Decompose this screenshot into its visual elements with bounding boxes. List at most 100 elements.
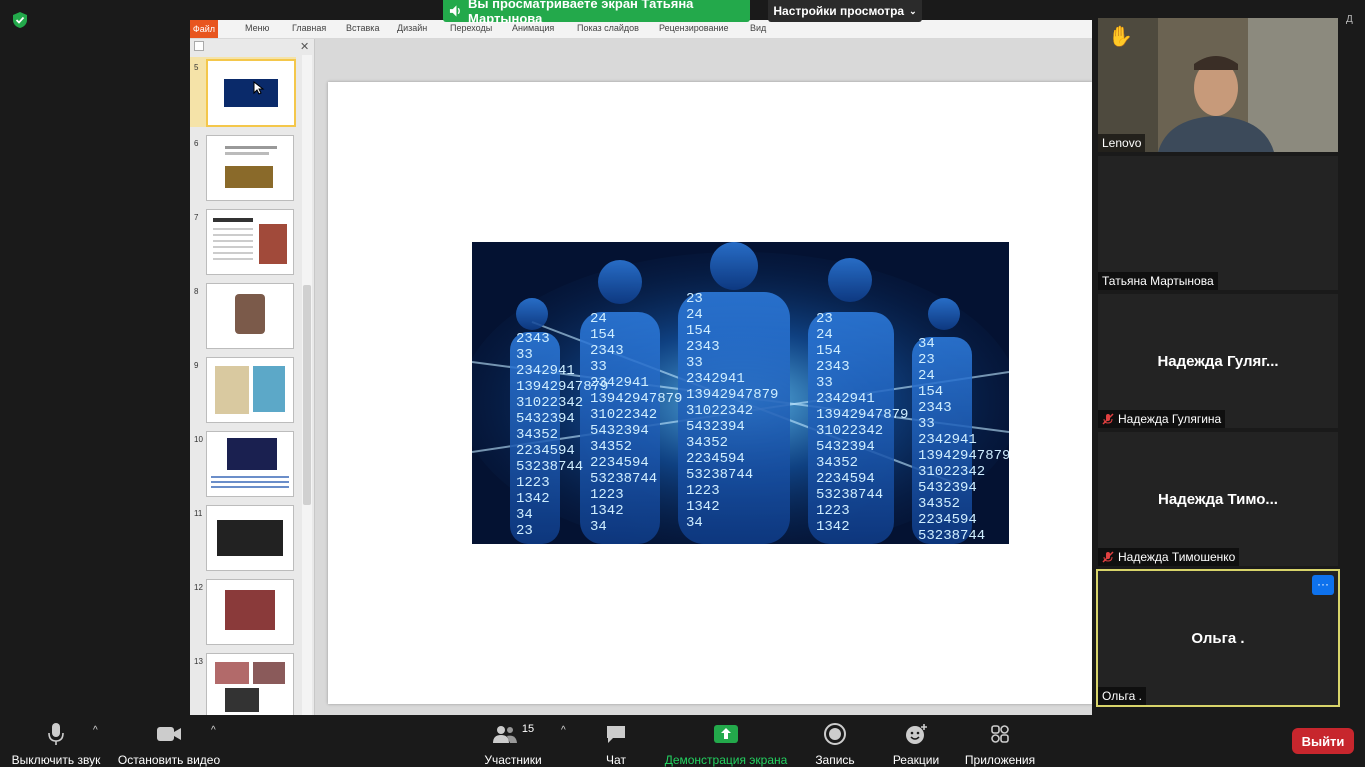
view-options-button[interactable]: Настройки просмотра ⌄ <box>768 0 922 22</box>
stop-video-button[interactable]: Остановить видео <box>116 715 222 767</box>
slide-thumbnail-6[interactable] <box>206 135 294 201</box>
digit-text: 34 <box>918 336 935 352</box>
digit-text: 31022342 <box>516 395 583 411</box>
digit-text: 33 <box>918 416 935 432</box>
audio-options-caret-icon[interactable]: ^ <box>93 725 98 736</box>
digit-text: 31022342 <box>686 403 753 419</box>
participant-tile-lenovo[interactable]: ✋ Lenovo <box>1098 18 1338 152</box>
slide-number: 7 <box>194 213 199 222</box>
participant-display-name: Надежда Тимо... <box>1158 490 1278 508</box>
panel-edge-label: Д <box>1346 14 1353 25</box>
participant-tile-tatiana[interactable]: Татьяна Мартынова <box>1098 156 1338 290</box>
digit-text: 23 <box>816 311 833 327</box>
ribbon-tab-home[interactable]: Главная <box>292 23 326 33</box>
participant-tile-olga[interactable]: Ольга . ··· Ольга . <box>1096 569 1340 707</box>
digit-text: 154 <box>590 327 615 343</box>
digit-text: 2343 <box>816 359 850 375</box>
thumb-picture <box>225 166 273 188</box>
slide-thumbnail-pane[interactable]: ✕ 5 6 7 8 9 10 11 12 13 <box>190 39 315 715</box>
digit-text: 31022342 <box>816 423 883 439</box>
slide-thumbnail-8[interactable] <box>206 283 294 349</box>
digit-text: 23 <box>516 523 533 539</box>
leave-meeting-button[interactable]: Выйти <box>1292 728 1354 754</box>
digit-text: 24 <box>816 327 833 343</box>
slide-number: 12 <box>194 583 203 592</box>
digit-text: 34352 <box>686 435 728 451</box>
view-options-label: Настройки просмотра <box>773 4 905 18</box>
speaker-icon <box>449 5 460 17</box>
digit-text: 2343 <box>516 331 550 347</box>
digit-text: 1342 <box>686 499 720 515</box>
video-options-caret-icon[interactable]: ^ <box>211 725 216 736</box>
digit-text: 53238744 <box>918 528 985 544</box>
ribbon-tab-file[interactable]: Файл <box>190 20 218 38</box>
record-icon <box>824 723 846 745</box>
digit-text: 5432394 <box>516 411 575 427</box>
participants-button[interactable]: 15 Участники <box>478 715 548 767</box>
mute-button[interactable]: Выключить звук <box>8 715 104 767</box>
scrollbar-thumb[interactable] <box>303 285 311 505</box>
digit-text: 34352 <box>816 455 858 471</box>
participant-tile-nadezhda-t[interactable]: Надежда Тимо... Надежда Тимошенко <box>1098 432 1338 566</box>
ribbon-tab-view[interactable]: Вид <box>750 23 766 33</box>
digit-text: 53238744 <box>816 487 883 503</box>
apps-button[interactable]: Приложения <box>962 715 1038 767</box>
reactions-button[interactable]: Реакции <box>888 715 944 767</box>
participant-tile-nadezhda-g[interactable]: Надежда Гуляг... Надежда Гулягина <box>1098 294 1338 428</box>
ribbon-tab-insert[interactable]: Вставка <box>346 23 379 33</box>
slide-thumbnail-5[interactable] <box>206 59 296 127</box>
slide-number: 9 <box>194 361 199 370</box>
shared-screen[interactable]: Файл Меню Главная Вставка Дизайн Переход… <box>190 0 1092 715</box>
digit-text: 23 <box>686 291 703 307</box>
thumb-picture <box>224 79 278 107</box>
slide-thumbnail-7[interactable] <box>206 209 294 275</box>
screen-share-banner: Вы просматриваете экран Татьяна Мартынов… <box>443 0 750 26</box>
slide-thumbnail-9[interactable] <box>206 357 294 423</box>
reactions-emoji-icon <box>906 724 927 744</box>
digit-text: 23 <box>918 352 935 368</box>
participant-name-label: Lenovo <box>1098 134 1146 152</box>
digit-text: 2342941 <box>686 371 745 387</box>
digit-text: 2234594 <box>816 471 875 487</box>
left-empty-area <box>0 0 190 715</box>
ribbon-tab-menu[interactable]: Меню <box>245 23 269 33</box>
digit-text: 34 <box>686 515 703 531</box>
close-pane-icon[interactable]: ✕ <box>300 40 309 53</box>
chat-icon <box>607 726 625 743</box>
digit-text: 53238744 <box>590 471 657 487</box>
digit-text: 154 <box>686 323 711 339</box>
digit-text: 13942947879 <box>918 448 1009 464</box>
participant-name-label: Надежда Тимошенко <box>1098 548 1240 566</box>
digit-text: 24 <box>590 311 607 327</box>
slide-number: 8 <box>194 287 199 296</box>
meeting-toolbar: Выключить звук ^ Остановить видео ^ 15 У… <box>0 715 1365 767</box>
outline-toggle-icon[interactable] <box>194 41 204 51</box>
digit-text: 13942947879 <box>686 387 778 403</box>
raised-hand-icon: ✋ <box>1108 26 1133 48</box>
thumb-picture <box>259 224 287 264</box>
thumb-picture <box>215 366 249 414</box>
participants-gallery: ✋ Lenovo Татьяна Мартынова Надежда Гуляг… <box>1092 0 1365 715</box>
record-button[interactable]: Запись <box>810 715 860 767</box>
muted-mic-icon <box>1102 551 1114 563</box>
digit-text: 31022342 <box>590 407 657 423</box>
video-camera-icon <box>157 727 181 741</box>
security-shield-icon[interactable] <box>11 11 29 29</box>
thumbnail-scrollbar[interactable] <box>302 55 312 715</box>
share-screen-button[interactable]: Демонстрация экрана <box>662 715 790 767</box>
digit-text: 24 <box>686 307 703 323</box>
digital-people-illustration: 2343332342941139429478793102234254323943… <box>472 242 1009 544</box>
thumb-text-block <box>211 476 289 490</box>
digit-text: 1223 <box>686 483 720 499</box>
participants-options-caret-icon[interactable]: ^ <box>561 725 566 736</box>
chat-button[interactable]: Чат <box>594 715 638 767</box>
slide-thumbnail-12[interactable] <box>206 579 294 645</box>
ribbon-tab-design[interactable]: Дизайн <box>397 23 427 33</box>
digit-text: 2234594 <box>590 455 649 471</box>
digit-text: 2342941 <box>918 432 977 448</box>
digit-text: 33 <box>816 375 833 391</box>
slide-thumbnail-13[interactable] <box>206 653 294 715</box>
more-options-icon[interactable]: ··· <box>1312 575 1334 595</box>
slide-thumbnail-10[interactable] <box>206 431 294 497</box>
slide-thumbnail-11[interactable] <box>206 505 294 571</box>
